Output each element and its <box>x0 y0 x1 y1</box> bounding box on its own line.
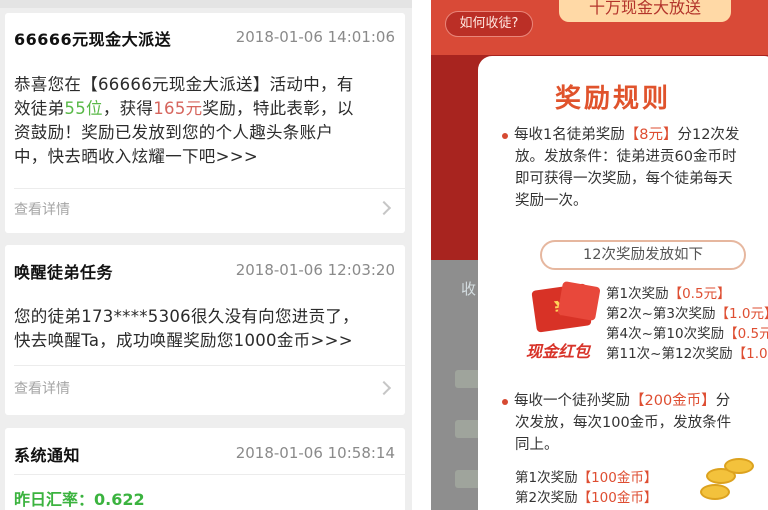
screenshot-root: 66666元现金大派送 2018-01-06 14:01:06 恭喜您在【666… <box>0 0 768 510</box>
divider <box>14 365 405 366</box>
schedule-row: 第4次~第10次奖励【0.5元】 <box>606 322 768 342</box>
schedule-amount: 【100金币】 <box>577 490 658 506</box>
rule-text-part: 每收1名徒弟奖励 <box>514 127 625 143</box>
schedule-amount: 【100金币】 <box>577 470 658 486</box>
message-card-cash-event: 66666元现金大派送 2018-01-06 14:01:06 恭喜您在【666… <box>5 13 405 233</box>
body-text: ，获得 <box>102 99 154 118</box>
rule-text-part: 每收一个徒孙奖励 <box>514 393 630 409</box>
divider <box>14 188 405 189</box>
schedule-title-pill: 12次奖励发放如下 <box>540 240 746 270</box>
red-packet-label: 现金红包 <box>526 342 591 361</box>
chevron-right-icon[interactable] <box>376 200 392 216</box>
message-body-line: 快去唤醒Ta，成功唤醒奖励您1000金币>>> <box>14 331 353 350</box>
message-body: 您的徒弟173****5306很久没有向您进贡了， 快去唤醒Ta，成功唤醒奖励您… <box>14 305 397 353</box>
rule-text: 每收一个徒孙奖励【200金币】分 <box>514 390 768 412</box>
message-card-wake-apprentice: 唤醒徒弟任务 2018-01-06 12:03:20 您的徒弟173****53… <box>5 245 405 415</box>
red-packet-icon <box>557 280 601 322</box>
rule-line: 同上。 <box>515 437 559 453</box>
rule-text: 放。发放条件：徒弟进贡60金币时 即可获得一次奖励，每个徒弟每天 奖励一次。 <box>515 146 768 212</box>
rule-text: 每收1名徒弟奖励【8元】分12次发 <box>514 124 768 146</box>
message-body-line: 恭喜您在【66666元现金大派送】活动中，有 <box>14 75 354 94</box>
gold-coin-icon <box>700 484 730 500</box>
body-text: 奖励，特此表彰，以 <box>202 99 354 118</box>
schedule-amount: 【1.0元】 <box>732 346 768 362</box>
apprentice-count: 55位 <box>64 99 103 118</box>
gold-coin-icon <box>724 458 754 474</box>
schedule-amount: 【1.0元】 <box>715 306 768 322</box>
rule-line: 每收1名徒弟奖励【8元】分12次发 <box>514 124 768 146</box>
rule-line: 奖励一次。 <box>515 193 588 209</box>
rule-line: 每收一个徒孙奖励【200金币】分 <box>514 390 768 412</box>
rule-amount: 【8元】 <box>624 127 678 143</box>
schedule-label: 第2次奖励 <box>515 490 578 506</box>
message-header: 66666元现金大派送 2018-01-06 14:01:06 <box>5 13 405 59</box>
divider <box>14 474 405 475</box>
bullet-icon <box>502 133 508 139</box>
message-card-system: 系统通知 2018-01-06 10:58:14 昨日汇率：0.622 <box>5 428 405 510</box>
top-strip <box>0 0 412 8</box>
view-details-link[interactable]: 查看详情 <box>14 199 70 219</box>
chevron-right-icon[interactable] <box>376 380 392 396</box>
schedule-amount: 【0.5元】 <box>724 326 768 342</box>
message-time: 2018-01-06 10:58:14 <box>235 444 395 462</box>
rule-text-part: 分 <box>715 393 731 409</box>
rule-text: 次发放，每次100金币，发放条件 同上。 <box>515 412 768 456</box>
message-body-line: 资鼓励！奖励已发放到您的个人趣头条账户 <box>14 123 334 142</box>
rule-amount: 【200金币】 <box>630 393 716 409</box>
message-body: 恭喜您在【66666元现金大派送】活动中，有 效徒弟55位，获得165元奖励，特… <box>14 73 397 169</box>
schedule-row: 第2次奖励【100金币】 <box>515 486 657 506</box>
schedule-label: 第1次奖励 <box>515 470 578 486</box>
view-details-link[interactable]: 查看详情 <box>14 378 70 398</box>
message-time: 2018-01-06 14:01:06 <box>235 28 395 46</box>
reward-rules-screen: 如何收徒? 十万现金大放送 收 奖励规则 每收1名徒弟奖励【8元】分12次发 放… <box>431 0 768 510</box>
schedule-label: 第11次~第12次奖励 <box>606 346 733 362</box>
message-body-line: 您的徒弟173****5306很久没有向您进贡了， <box>14 307 359 326</box>
message-header: 系统通知 2018-01-06 10:58:14 <box>5 428 405 474</box>
event-banner: 十万现金大放送 <box>559 0 731 22</box>
schedule-row: 第1次奖励【100金币】 <box>515 466 657 486</box>
how-to-recruit-button[interactable]: 如何收徒? <box>445 11 533 37</box>
reward-rules-popup: 奖励规则 每收1名徒弟奖励【8元】分12次发 放。发放条件：徒弟进贡60金币时 … <box>478 56 768 510</box>
message-time: 2018-01-06 12:03:20 <box>235 261 395 279</box>
rule-line: 即可获得一次奖励，每个徒弟每天 <box>515 171 733 187</box>
message-title: 唤醒徒弟任务 <box>14 263 114 282</box>
schedule-amount: 【0.5元】 <box>668 286 731 302</box>
message-title: 66666元现金大派送 <box>14 30 172 49</box>
message-list: 66666元现金大派送 2018-01-06 14:01:06 恭喜您在【666… <box>0 0 412 510</box>
reward-amount: 165元 <box>153 99 203 118</box>
popup-title: 奖励规则 <box>554 84 671 114</box>
background-tab: 收 <box>461 280 477 298</box>
message-header: 唤醒徒弟任务 2018-01-06 12:03:20 <box>5 245 405 291</box>
rule-line: 次发放，每次100金币，发放条件 <box>515 415 732 431</box>
schedule-label: 第2次~第3次奖励 <box>606 306 716 322</box>
message-body-line: 效徒弟55位，获得165元奖励，特此表彰，以 <box>14 97 397 121</box>
schedule-row: 第2次~第3次奖励【1.0元】 <box>606 302 768 322</box>
exchange-rate-text: 昨日汇率：0.622 <box>14 490 145 509</box>
schedule-row: 第1次奖励【0.5元】 <box>606 282 731 302</box>
schedule-row: 第11次~第12次奖励【1.0元】 <box>606 342 768 362</box>
schedule-label: 第4次~第10次奖励 <box>606 326 725 342</box>
rule-text-part: 分12次发 <box>677 127 740 143</box>
message-title: 系统通知 <box>14 446 81 465</box>
body-text: 效徒弟 <box>14 99 65 118</box>
bullet-icon <box>502 399 508 405</box>
message-body-line: 中，快去晒收入炫耀一下吧>>> <box>14 147 258 166</box>
rule-line: 放。发放条件：徒弟进贡60金币时 <box>515 149 737 165</box>
schedule-label: 第1次奖励 <box>606 286 669 302</box>
